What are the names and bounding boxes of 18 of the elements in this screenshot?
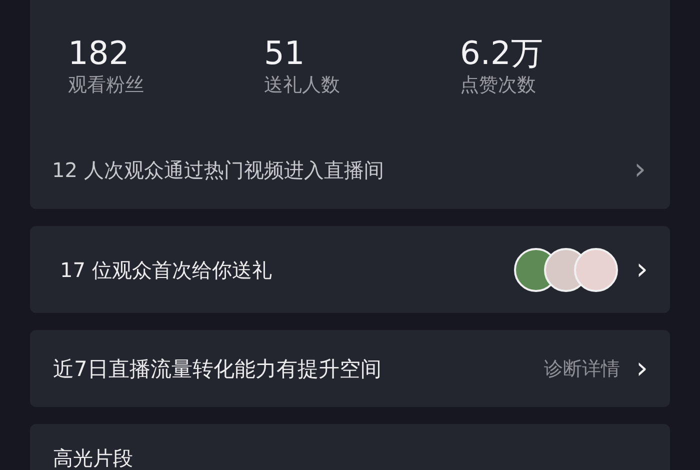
details-link: 诊断详情 xyxy=(544,356,620,382)
row-text: 17 位观众首次给你送礼 xyxy=(60,256,272,282)
stat-label: 点赞次数 xyxy=(460,73,536,98)
row-text: 12 人次观众通过热门视频进入直播间 xyxy=(52,157,384,183)
chevron-icon: › xyxy=(636,354,648,384)
traffic-row[interactable]: 12 人次观众通过热门视频进入直播间 › xyxy=(30,155,670,185)
gift-row[interactable]: 17 位观众首次给你送礼 › xyxy=(30,226,670,313)
stat-value: 182 xyxy=(68,34,130,72)
section-title: 高光片段 xyxy=(53,446,133,470)
stat-label: 观看粉丝 xyxy=(68,73,144,98)
stat-label: 送礼人数 xyxy=(264,73,340,98)
row-text: 近7日直播流量转化能力有提升空间 xyxy=(53,356,382,382)
diagnosis-row[interactable]: 近7日直播流量转化能力有提升空间 诊断详情 › xyxy=(30,330,670,407)
chevron-icon: › xyxy=(636,254,648,284)
stat-value: 6.2万 xyxy=(460,34,543,72)
avatar-placeholder xyxy=(574,248,618,292)
stat-value: 51 xyxy=(264,34,305,72)
chevron-icon: › xyxy=(634,155,646,185)
